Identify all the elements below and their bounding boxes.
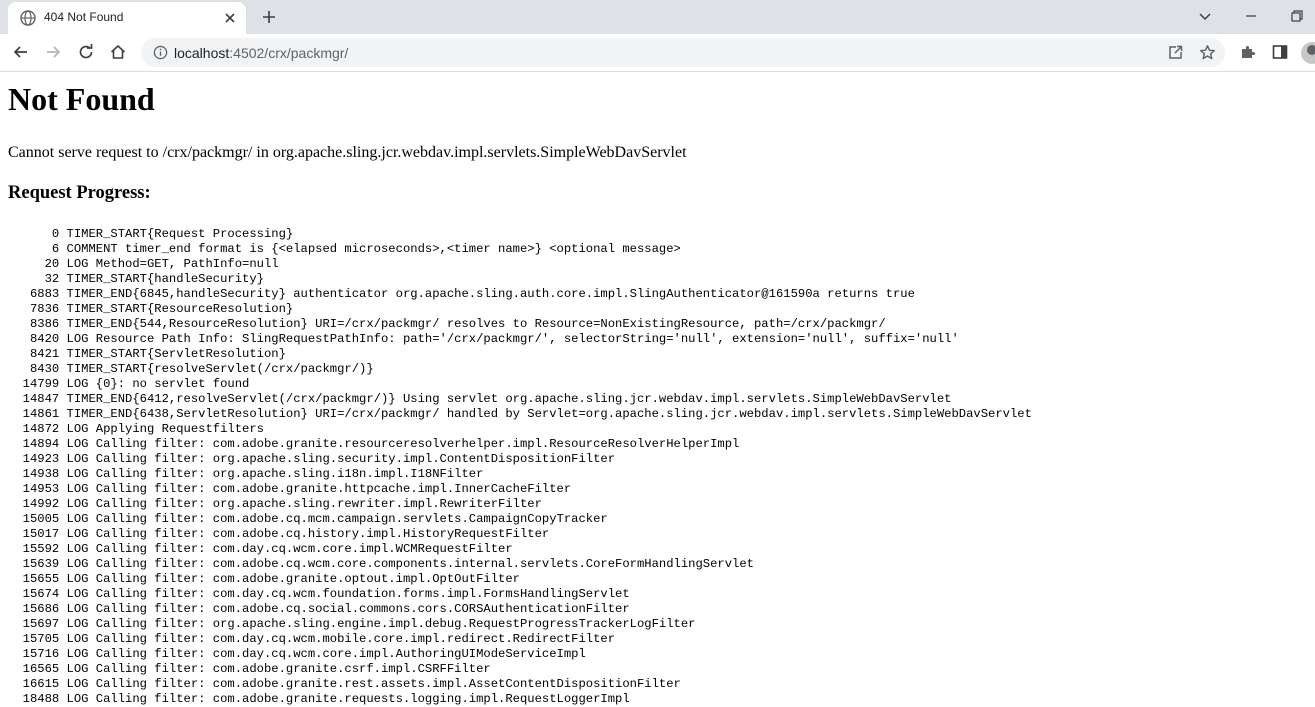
log-line: 15705 LOG Calling filter: com.day.cq.wcm… (8, 632, 616, 646)
log-line: 6883 TIMER_END{6845,handleSecurity} auth… (8, 287, 915, 301)
log-line: 6 COMMENT timer_end format is {<elapsed … (8, 242, 681, 256)
puzzle-icon[interactable] (1239, 43, 1257, 61)
log-line: 14938 LOG Calling filter: org.apache.sli… (8, 467, 484, 481)
plus-icon[interactable] (260, 8, 278, 26)
log-line: 14953 LOG Calling filter: com.adobe.gran… (8, 482, 572, 496)
log-line: 15674 LOG Calling filter: com.day.cq.wcm… (8, 587, 630, 601)
tab-title: 404 Not Found (44, 10, 124, 24)
log-line: 8386 TIMER_END{544,ResourceResolution} U… (8, 317, 886, 331)
request-progress-log: 0 TIMER_START{Request Processing} 6 COMM… (8, 227, 1308, 707)
log-line: 14861 TIMER_END{6438,ServletResolution} … (8, 407, 1032, 421)
minimize-icon[interactable] (1243, 8, 1259, 24)
log-line: 32 TIMER_START{handleSecurity} (8, 272, 264, 286)
log-line: 8430 TIMER_START{resolveServlet(/crx/pac… (8, 362, 374, 376)
url-text[interactable]: localhost:4502/crx/packmgr/ (174, 45, 348, 61)
log-line: 14872 LOG Applying Requestfilters (8, 422, 264, 436)
log-line: 15017 LOG Calling filter: com.adobe.cq.h… (8, 527, 550, 541)
request-progress-heading: Request Progress: (8, 183, 151, 203)
page-title: Not Found (8, 81, 155, 117)
back-arrow-icon[interactable] (12, 43, 30, 61)
log-line: 15686 LOG Calling filter: com.adobe.cq.s… (8, 602, 630, 616)
side-panel-icon[interactable] (1271, 43, 1289, 61)
log-line: 14799 LOG {0}: no servlet found (8, 377, 250, 391)
globe-icon (20, 10, 36, 26)
log-line: 14992 LOG Calling filter: org.apache.sli… (8, 497, 542, 511)
browser-tab[interactable]: 404 Not Found (8, 2, 246, 34)
log-line: 20 LOG Method=GET, PathInfo=null (8, 257, 279, 271)
forward-arrow-icon[interactable] (44, 43, 62, 61)
log-line: 0 TIMER_START{Request Processing} (8, 227, 294, 241)
star-icon[interactable] (1199, 44, 1216, 61)
reload-icon[interactable] (77, 43, 95, 61)
browser-toolbar: localhost:4502/crx/packmgr/ (0, 34, 1315, 72)
log-line: 15716 LOG Calling filter: com.day.cq.wcm… (8, 647, 586, 661)
error-message: Cannot serve request to /crx/packmgr/ in… (8, 144, 687, 161)
log-line: 16615 LOG Calling filter: com.adobe.gran… (8, 677, 681, 691)
chevron-down-icon[interactable] (1197, 8, 1213, 24)
log-line: 16565 LOG Calling filter: com.adobe.gran… (8, 662, 491, 676)
log-line: 8421 TIMER_START{ServletResolution} (8, 347, 286, 361)
share-icon[interactable] (1167, 44, 1184, 61)
log-line: 15697 LOG Calling filter: org.apache.sli… (8, 617, 696, 631)
log-line: 8420 LOG Resource Path Info: SlingReques… (8, 332, 959, 346)
info-icon[interactable] (153, 45, 168, 60)
log-line: 18488 LOG Calling filter: com.adobe.gran… (8, 692, 630, 706)
log-line: 15655 LOG Calling filter: com.adobe.gran… (8, 572, 520, 586)
address-bar[interactable]: localhost:4502/crx/packmgr/ (141, 38, 1225, 67)
log-line: 7836 TIMER_START{ResourceResolution} (8, 302, 294, 316)
log-line: 14894 LOG Calling filter: com.adobe.gran… (8, 437, 740, 451)
home-icon[interactable] (109, 43, 127, 61)
page-content: Not Found Cannot serve request to /crx/p… (8, 71, 1308, 707)
log-line: 14847 TIMER_END{6412,resolveServlet(/crx… (8, 392, 952, 406)
log-line: 15592 LOG Calling filter: com.day.cq.wcm… (8, 542, 513, 556)
close-icon[interactable] (222, 10, 238, 26)
browser-titlebar: 404 Not Found (0, 0, 1315, 34)
restore-icon[interactable] (1289, 8, 1305, 24)
log-line: 15005 LOG Calling filter: com.adobe.cq.m… (8, 512, 608, 526)
log-line: 15639 LOG Calling filter: com.adobe.cq.w… (8, 557, 754, 571)
log-line: 14923 LOG Calling filter: org.apache.sli… (8, 452, 616, 466)
